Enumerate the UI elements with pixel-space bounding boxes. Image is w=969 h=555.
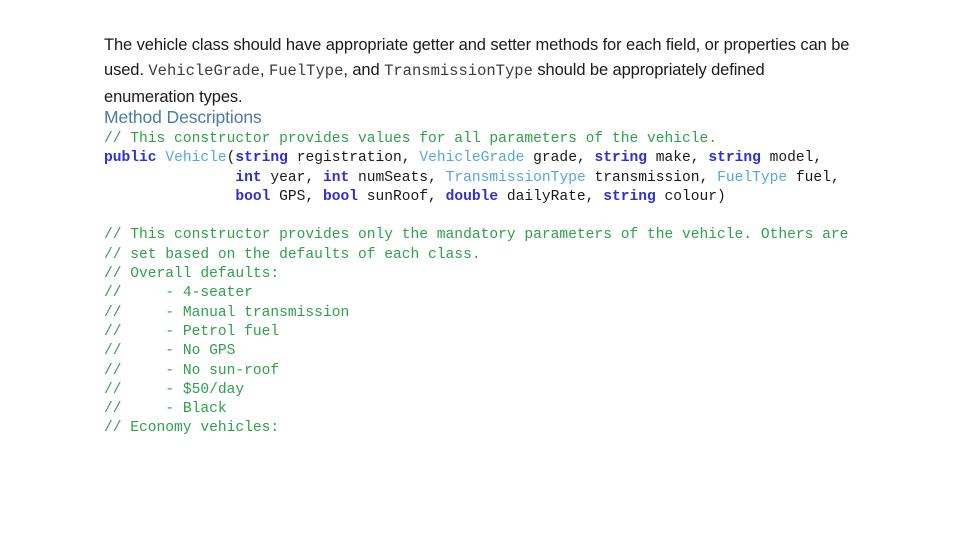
code-token: model,	[760, 150, 823, 167]
code-line-comment-default-transmission: // - Manual transmission	[104, 304, 904, 323]
code-line-ctor-signature-line-3: bool GPS, bool sunRoof, double dailyRate…	[104, 188, 904, 207]
code-token: bool	[322, 188, 358, 205]
code-token: // - 4-seater	[104, 285, 253, 302]
code-token: // - No sun-roof	[104, 362, 280, 379]
code-token: FuelType	[717, 169, 788, 186]
code-token: string	[235, 150, 288, 167]
code-token: make,	[647, 150, 709, 167]
inline-code-token: VehicleGrade	[148, 62, 260, 80]
code-line-comment-overall-defaults: // Overall defaults:	[104, 265, 904, 284]
code-token: sunRoof,	[357, 188, 446, 205]
code-line-comment-economy-vehicles: // Economy vehicles:	[104, 419, 904, 438]
code-line-comment-default-seater: // - 4-seater	[104, 284, 904, 303]
intro-text-run: ,	[259, 61, 269, 79]
code-token: // - Manual transmission	[104, 304, 350, 321]
code-token: VehicleGrade	[419, 150, 525, 167]
code-token: // Economy vehicles:	[104, 420, 280, 437]
code-token: transmission,	[585, 169, 718, 186]
code-token: // - No GPS	[104, 343, 236, 360]
code-token: TransmissionType	[445, 169, 586, 186]
code-line-ctor-signature-line-2: int year, int numSeats, TransmissionType…	[104, 169, 904, 188]
code-token: // This constructor provides only the ma…	[104, 227, 849, 244]
intro-paragraph: The vehicle class should have appropriat…	[104, 33, 859, 111]
code-token: year,	[261, 169, 323, 186]
code-token: fuel,	[787, 169, 840, 186]
code-token: grade,	[524, 150, 595, 167]
code-line-comment-ctor-mandatory-1: // This constructor provides only the ma…	[104, 226, 904, 245]
code-line-comment-default-sunroof: // - No sun-roof	[104, 362, 904, 381]
code-line-comment-ctor-mandatory-2: // set based on the defaults of each cla…	[104, 246, 904, 265]
code-token: double	[445, 188, 499, 205]
code-line-blank-1	[104, 207, 904, 226]
code-line-comment-default-gps: // - No GPS	[104, 342, 904, 361]
code-line-comment-default-rate: // - $50/day	[104, 381, 904, 400]
code-token: GPS,	[270, 188, 323, 205]
code-token: // - Black	[104, 401, 227, 418]
section-heading-method-descriptions: Method Descriptions	[104, 107, 262, 127]
slide-canvas: The vehicle class should have appropriat…	[0, 0, 969, 555]
code-token: Vehicle	[165, 150, 227, 167]
code-token: // - $50/day	[104, 381, 245, 398]
code-token: bool	[235, 188, 271, 205]
code-token: string	[708, 150, 761, 167]
code-block-method-descriptions: // This constructor provides values for …	[104, 130, 904, 439]
code-line-comment-default-colour: // - Black	[104, 400, 904, 419]
code-token: // - Petrol fuel	[104, 323, 280, 340]
code-token: // set based on the defaults of each cla…	[104, 246, 481, 263]
code-token: public	[104, 150, 157, 167]
code-token: int	[235, 169, 262, 186]
code-line-comment-ctor-all: // This constructor provides values for …	[104, 130, 904, 149]
intro-text-run: , and	[343, 61, 385, 79]
code-token: // This constructor provides values for …	[104, 131, 718, 147]
inline-code-token: FuelType	[268, 62, 344, 80]
inline-code-token: TransmissionType	[384, 62, 533, 80]
code-line-comment-default-fuel: // - Petrol fuel	[104, 323, 904, 342]
code-token: dailyRate,	[498, 188, 604, 205]
code-token: colour)	[655, 188, 726, 205]
code-token: string	[594, 150, 648, 167]
code-token: int	[322, 169, 350, 186]
code-token: string	[603, 188, 656, 205]
code-token: registration,	[287, 150, 420, 167]
code-token: numSeats,	[349, 169, 446, 186]
code-token: // Overall defaults:	[104, 266, 280, 283]
code-line-ctor-signature-line-1: public Vehicle(string registration, Vehi…	[104, 149, 904, 168]
